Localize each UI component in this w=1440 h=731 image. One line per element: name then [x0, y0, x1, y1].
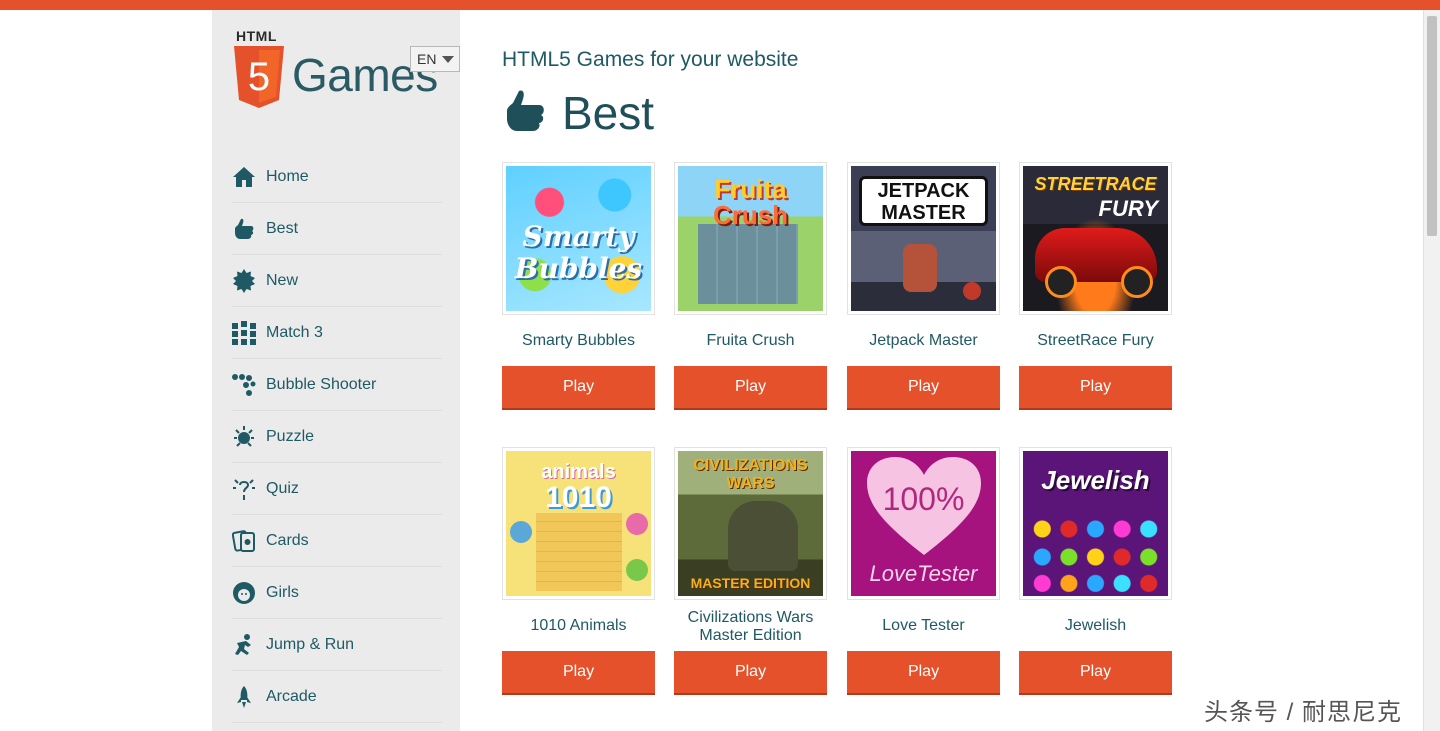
game-title[interactable]: StreetRace Fury: [1019, 332, 1172, 350]
rocket-icon: [232, 685, 256, 709]
game-art-text: MASTER: [881, 202, 966, 224]
page-title: Best: [502, 86, 654, 140]
page-title-text: Best: [562, 87, 655, 139]
vertical-scrollbar[interactable]: [1423, 10, 1440, 731]
nav-item-jump-run[interactable]: Jump & Run: [232, 619, 442, 671]
game-art-text: 100%: [882, 481, 965, 517]
game-title[interactable]: Civilizations Wars Master Edition: [674, 609, 827, 645]
nav-label: Puzzle: [266, 427, 315, 445]
play-button[interactable]: Play: [1019, 366, 1172, 408]
game-thumbnail[interactable]: CIVILIZATIONS WARS MASTER EDITION: [674, 447, 827, 600]
game-title[interactable]: Jetpack Master: [847, 332, 1000, 350]
svg-text:5: 5: [248, 55, 270, 99]
nav-label: Best: [266, 219, 299, 237]
game-thumbnail[interactable]: JETPACK MASTER: [847, 162, 1000, 315]
thumbs-up-icon: [232, 217, 256, 241]
home-icon: [232, 165, 256, 189]
game-thumbnail[interactable]: animals 1010: [502, 447, 655, 600]
game-art-text: WARS: [726, 475, 775, 492]
game-art-text: Crush: [712, 200, 789, 230]
play-button[interactable]: Play: [847, 651, 1000, 693]
grid-icon: [232, 320, 256, 345]
language-value: EN: [417, 51, 437, 67]
sidebar: HTML 5 Games EN Home Best New Match 3 Bu…: [212, 10, 460, 731]
thumbs-up-icon: [502, 87, 548, 140]
new-badge-icon: [232, 268, 256, 293]
game-art-text: Smarty: [522, 220, 635, 253]
nav-item-home[interactable]: Home: [232, 151, 442, 203]
game-art-text: FURY: [1098, 196, 1159, 221]
game-art-text: LoveTester: [869, 561, 978, 586]
site-logo[interactable]: HTML 5 Games EN: [232, 26, 460, 116]
game-thumbnail[interactable]: STREETRACE FURY: [1019, 162, 1172, 315]
game-title[interactable]: Fruita Crush: [674, 332, 827, 350]
girl-icon: [232, 581, 256, 605]
game-thumbnail[interactable]: Smarty Bubbles: [502, 162, 655, 315]
bubbles-icon: [232, 373, 256, 397]
nav-item-girls[interactable]: Girls: [232, 567, 442, 619]
game-art-text: JETPACK: [877, 180, 970, 202]
game-art-text: Bubbles: [514, 252, 643, 285]
nav-label: Jump & Run: [266, 635, 355, 653]
play-button[interactable]: Play: [502, 651, 655, 693]
play-button[interactable]: Play: [847, 366, 1000, 408]
game-thumbnail[interactable]: Jewelish: [1019, 447, 1172, 600]
game-title[interactable]: 1010 Animals: [502, 617, 655, 635]
cards-icon: [232, 529, 256, 553]
nav-label: New: [266, 271, 299, 289]
play-button[interactable]: Play: [502, 366, 655, 408]
puzzle-icon: [232, 425, 256, 449]
game-art-text: 1010: [545, 481, 612, 514]
nav-label: Girls: [266, 583, 299, 601]
game-art-text: STREETRACE: [1034, 174, 1157, 194]
category-nav: Home Best New Match 3 Bubble Shooter Puz…: [232, 151, 442, 723]
nav-item-arcade[interactable]: Arcade: [232, 671, 442, 723]
nav-label: Match 3: [266, 323, 323, 341]
nav-label: Home: [266, 167, 309, 185]
game-title[interactable]: Love Tester: [847, 617, 1000, 635]
game-art-text: MASTER EDITION: [690, 575, 811, 591]
play-button[interactable]: Play: [674, 366, 827, 408]
game-title[interactable]: Smarty Bubbles: [502, 332, 655, 350]
nav-item-quiz[interactable]: Quiz: [232, 463, 442, 515]
play-button[interactable]: Play: [1019, 651, 1172, 693]
logo-html-text: HTML: [236, 28, 277, 44]
nav-item-cards[interactable]: Cards: [232, 515, 442, 567]
html5-shield-icon: 5: [234, 46, 284, 108]
play-button[interactable]: Play: [674, 651, 827, 693]
game-title[interactable]: Jewelish: [1019, 617, 1172, 635]
nav-label: Quiz: [266, 479, 299, 497]
watermark-text: 头条号 / 耐思尼克: [1204, 699, 1403, 726]
quiz-icon: [232, 477, 256, 501]
nav-item-match3[interactable]: Match 3: [232, 307, 442, 359]
nav-label: Arcade: [266, 687, 317, 705]
nav-label: Bubble Shooter: [266, 375, 377, 393]
game-thumbnail[interactable]: 100% LoveTester: [847, 447, 1000, 600]
language-select[interactable]: EN: [410, 46, 460, 72]
nav-item-best[interactable]: Best: [232, 203, 442, 255]
page-subtitle: HTML5 Games for your website: [502, 48, 799, 71]
nav-item-new[interactable]: New: [232, 255, 442, 307]
nav-item-bubble-shooter[interactable]: Bubble Shooter: [232, 359, 442, 411]
game-thumbnail[interactable]: Fruita Crush: [674, 162, 827, 315]
top-accent-bar: [0, 0, 1440, 10]
game-art-text: Jewelish: [1041, 465, 1150, 495]
chevron-down-icon: [442, 55, 455, 63]
jump-icon: [232, 633, 256, 657]
nav-item-puzzle[interactable]: Puzzle: [232, 411, 442, 463]
scrollbar-thumb[interactable]: [1427, 16, 1437, 236]
game-art-text: CIVILIZATIONS: [693, 457, 808, 474]
nav-label: Cards: [266, 531, 309, 549]
